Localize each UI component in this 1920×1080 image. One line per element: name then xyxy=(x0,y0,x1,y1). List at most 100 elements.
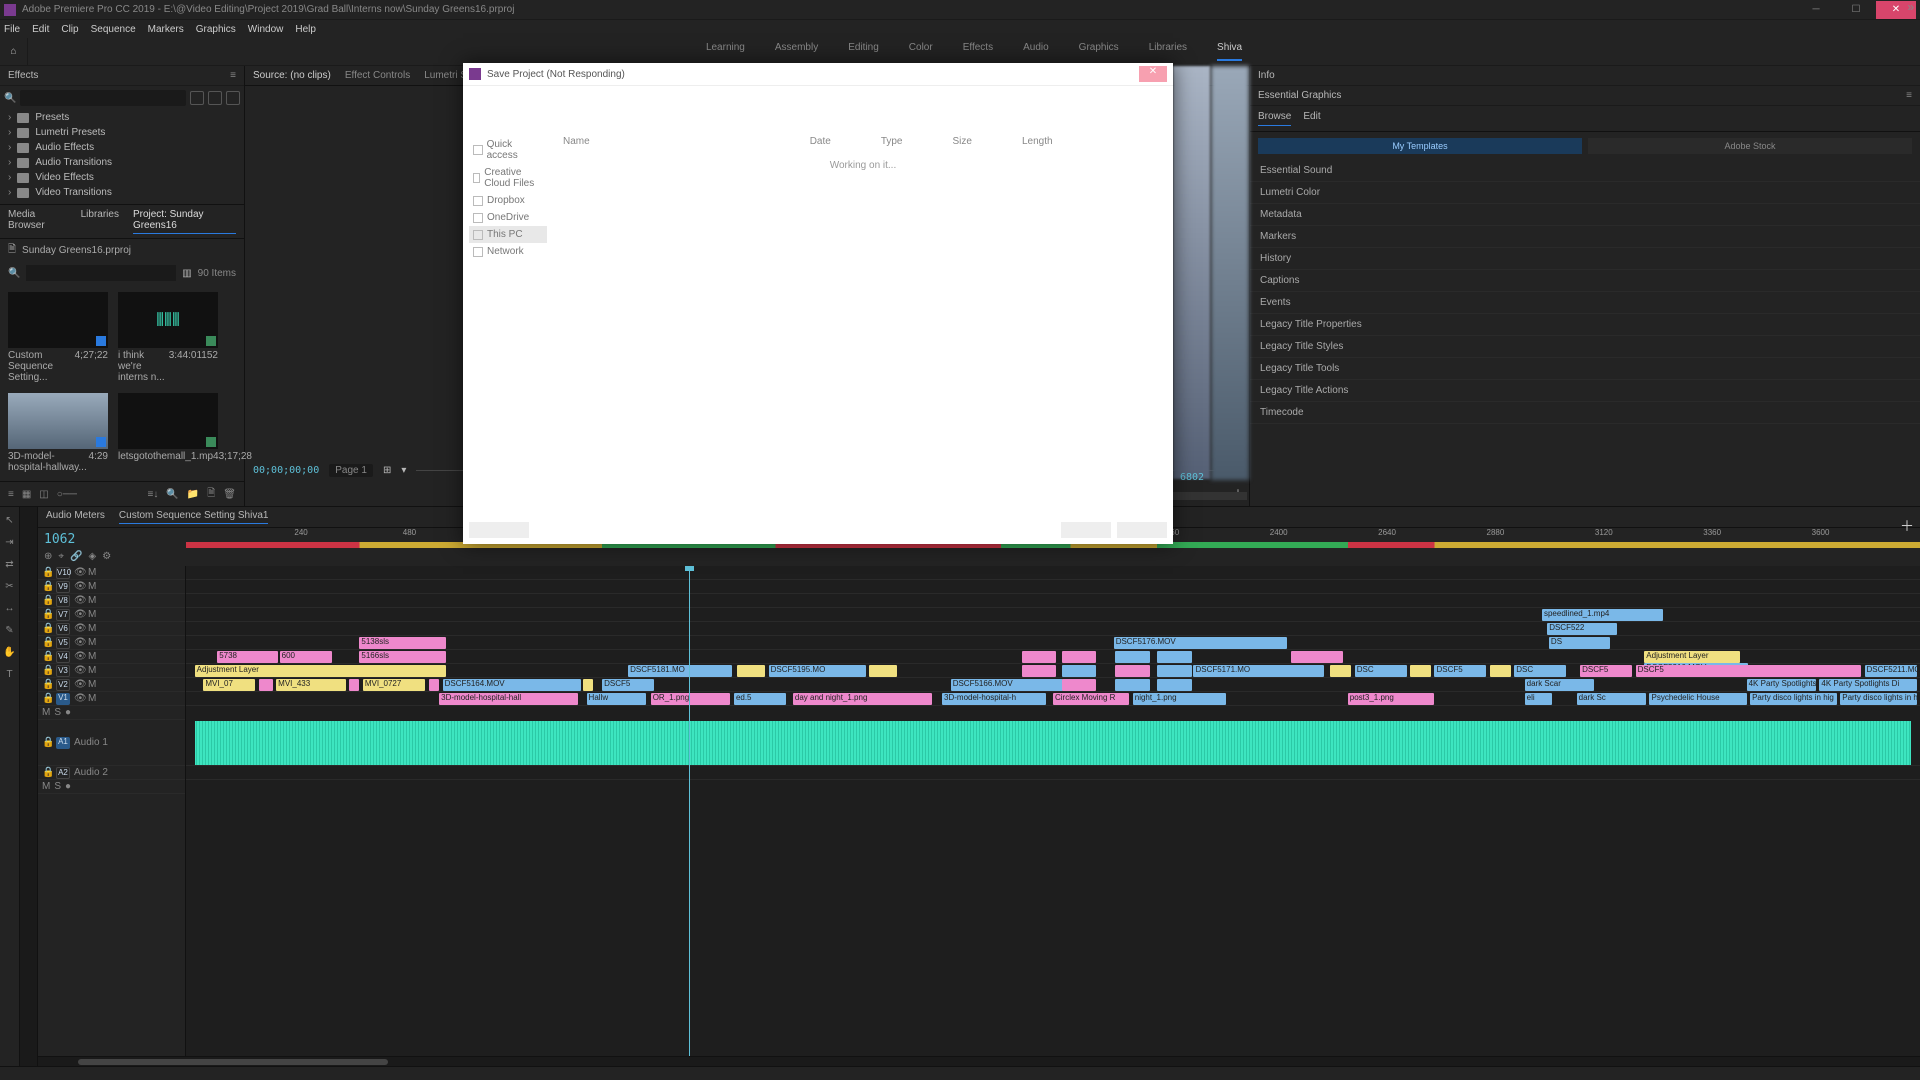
menu-help[interactable]: Help xyxy=(295,24,316,35)
timeline-clip[interactable] xyxy=(1022,651,1057,663)
nav-creative-cloud[interactable]: Creative Cloud Files xyxy=(469,164,547,192)
panel-captions[interactable]: Captions xyxy=(1250,270,1920,292)
eye-icon[interactable]: 👁 xyxy=(74,665,84,676)
hand-tool-icon[interactable]: ✋ xyxy=(3,645,17,659)
timeline-clip[interactable]: DSCF5 xyxy=(1636,665,1861,677)
workspace-assembly[interactable]: Assembly xyxy=(775,42,818,61)
audio-waveform[interactable] xyxy=(195,721,1912,765)
lock-icon[interactable]: 🔒 xyxy=(42,651,52,662)
adobe-stock-button[interactable]: Adobe Stock xyxy=(1588,138,1912,154)
lock-icon[interactable]: 🔒 xyxy=(42,595,52,606)
track-target[interactable]: V5 xyxy=(56,637,70,649)
nav-onedrive[interactable]: OneDrive xyxy=(469,209,547,226)
razor-tool-icon[interactable]: ✂ xyxy=(3,579,17,593)
audio-track-lane[interactable] xyxy=(186,720,1920,766)
timeline-clip[interactable]: 3D-model-hospital-hall xyxy=(439,693,578,705)
tab-libraries[interactable]: Libraries xyxy=(81,209,119,234)
mute-icon[interactable]: M xyxy=(88,623,98,634)
effects-panel-menu-icon[interactable]: ≡ xyxy=(230,70,236,81)
lock-icon[interactable]: 🔒 xyxy=(42,581,52,592)
timeline-clip[interactable]: Party disco lights in hig xyxy=(1840,693,1916,705)
effects-folder[interactable]: ›Audio Transitions xyxy=(4,155,240,170)
video-track-header[interactable]: 🔒V4👁M xyxy=(38,650,185,664)
eye-icon[interactable]: 👁 xyxy=(74,609,84,620)
timeline-clip[interactable] xyxy=(259,679,273,691)
timeline-clip[interactable]: OR_1.png xyxy=(651,693,731,705)
panel-essential-sound[interactable]: Essential Sound xyxy=(1250,160,1920,182)
dialog-save-button[interactable] xyxy=(1061,522,1111,538)
effects-folder[interactable]: ›Audio Effects xyxy=(4,140,240,155)
project-clip[interactable]: Custom Sequence Setting...4;27;22 xyxy=(8,292,108,383)
lock-icon[interactable]: 🔒 xyxy=(42,737,52,748)
audio-track-header[interactable]: 🔒A1Audio 1 xyxy=(38,720,185,766)
timeline-clip[interactable]: 3D-model-hospital-h xyxy=(942,693,1046,705)
mute-icon[interactable]: M xyxy=(88,651,98,662)
new-item-icon[interactable]: 🗎 xyxy=(207,486,215,503)
slip-tool-icon[interactable]: ↔ xyxy=(3,601,17,615)
effects-folder[interactable]: ›Presets xyxy=(4,110,240,125)
timeline-clip[interactable]: Circlex Moving R xyxy=(1053,693,1129,705)
timeline-clip[interactable]: MVI_07 xyxy=(203,679,255,691)
home-button[interactable]: ⌂ xyxy=(0,38,28,66)
timeline-clip[interactable]: dark Scar xyxy=(1525,679,1594,691)
lock-icon[interactable]: 🔒 xyxy=(42,567,52,578)
video-track-header[interactable]: 🔒V3👁M xyxy=(38,664,185,678)
lock-icon[interactable]: 🔒 xyxy=(42,767,52,778)
panel-menu-icon[interactable]: ≡ xyxy=(1906,90,1912,101)
mute-icon[interactable]: M xyxy=(88,609,98,620)
panel-legacy-title-actions[interactable]: Legacy Title Actions xyxy=(1250,380,1920,402)
timeline-clip[interactable] xyxy=(583,679,593,691)
eg-tab-edit[interactable]: Edit xyxy=(1303,111,1320,126)
panel-metadata[interactable]: Metadata xyxy=(1250,204,1920,226)
video-track-header[interactable]: 🔒V8👁M xyxy=(38,594,185,608)
panel-legacy-title-styles[interactable]: Legacy Title Styles xyxy=(1250,336,1920,358)
linked-selection-icon[interactable]: 🔗 xyxy=(70,551,82,562)
timeline-clip[interactable]: 4K Party Spotlights Di xyxy=(1819,679,1916,691)
tab-project[interactable]: Project: Sunday Greens16 xyxy=(133,209,236,234)
zoom-dropdown-icon[interactable]: ▾ xyxy=(401,465,406,476)
effects-filter-icon-1[interactable] xyxy=(190,91,204,105)
tab-sequence[interactable]: Custom Sequence Setting Shiva1 xyxy=(119,510,269,524)
mute-icon[interactable]: M xyxy=(88,679,98,690)
video-track-lane[interactable]: speedlined_1.mp4 xyxy=(186,608,1920,622)
timeline-clip[interactable] xyxy=(1291,651,1343,663)
list-view-icon[interactable]: ≡ xyxy=(8,489,14,500)
settings-icon[interactable]: ⚙ xyxy=(102,551,111,562)
lock-icon[interactable]: 🔒 xyxy=(42,609,52,620)
video-track-header[interactable]: 🔒V6👁M xyxy=(38,622,185,636)
eg-tab-browse[interactable]: Browse xyxy=(1258,111,1291,126)
panel-legacy-title-properties[interactable]: Legacy Title Properties xyxy=(1250,314,1920,336)
record-icon[interactable]: ● xyxy=(65,781,71,792)
effects-folder[interactable]: ›Video Transitions xyxy=(4,185,240,200)
icon-view-icon[interactable]: ▦ xyxy=(22,489,31,500)
menu-markers[interactable]: Markers xyxy=(148,24,184,35)
timeline-clip[interactable]: MVI_433 xyxy=(276,679,345,691)
track-lanes[interactable]: speedlined_1.mp4DSCF5225138slsDSCF5176.M… xyxy=(186,566,1920,1056)
panel-markers[interactable]: Markers xyxy=(1250,226,1920,248)
timeline-clip[interactable]: DSCF5 xyxy=(602,679,654,691)
video-track-lane[interactable]: Adjustment LayerDSCF5181.MODSCF5195.MODS… xyxy=(186,664,1920,678)
timeline-clip[interactable] xyxy=(1330,665,1351,677)
tab-audio-meters[interactable]: Audio Meters xyxy=(46,510,105,524)
source-timecode[interactable]: 00;00;00;00 xyxy=(253,465,319,476)
timeline-clip[interactable] xyxy=(737,665,765,677)
video-track-header[interactable]: 🔒V2👁M xyxy=(38,678,185,692)
mute-icon[interactable]: M xyxy=(88,693,98,704)
track-target[interactable]: V6 xyxy=(56,623,70,635)
marker-icon[interactable]: ◈ xyxy=(88,551,96,562)
zoom-slider[interactable]: ○── xyxy=(57,489,77,500)
panel-timecode[interactable]: Timecode xyxy=(1250,402,1920,424)
timeline-clip[interactable] xyxy=(1410,665,1431,677)
timeline-clip[interactable] xyxy=(1115,665,1150,677)
effects-filter-icon-3[interactable] xyxy=(226,91,240,105)
project-clip[interactable]: ⦀⦀⦀ i think we're interns n...3:44:01152 xyxy=(118,292,218,383)
nav-this-pc[interactable]: This PC xyxy=(469,226,547,243)
timeline-clip[interactable]: DSC xyxy=(1514,665,1566,677)
project-clip[interactable]: 3D-model-hospital-hallway...4:29 xyxy=(8,393,108,473)
nav-quick-access[interactable]: Quick access xyxy=(469,136,547,164)
lock-icon[interactable]: 🔒 xyxy=(42,679,52,690)
video-track-lane[interactable] xyxy=(186,566,1920,580)
workspace-overflow-icon[interactable]: » xyxy=(1907,0,1914,14)
timeline-clip[interactable]: DSC xyxy=(1355,665,1407,677)
eye-icon[interactable]: 👁 xyxy=(74,693,84,704)
